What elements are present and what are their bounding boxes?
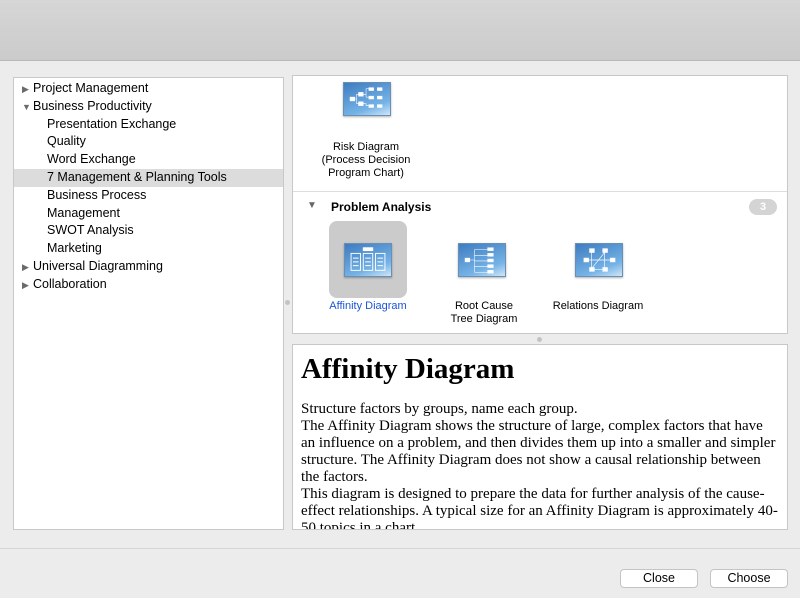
affinity-diagram-thumbnail[interactable] [344, 243, 392, 277]
tree-item[interactable]: ▶ Universal Diagramming [14, 258, 283, 276]
tree-item[interactable]: Business Process [14, 187, 283, 205]
tree-item-label: Project Management [33, 81, 149, 95]
template-gallery[interactable]: Risk Diagram (Process Decision Program C… [292, 75, 788, 334]
description-title: Affinity Diagram [301, 353, 515, 385]
choose-button[interactable]: Choose [710, 569, 788, 588]
tree-item[interactable]: Word Exchange [14, 151, 283, 169]
tree-item-label: SWOT Analysis [47, 223, 134, 238]
root-cause-tree-thumbnail[interactable] [458, 243, 506, 277]
description-line: This diagram is designed to prepare the … [301, 486, 778, 530]
disclosure-collapsed-icon[interactable]: ▶ [22, 259, 33, 277]
tree-item[interactable]: SWOT Analysis [14, 222, 283, 240]
divider [293, 191, 787, 192]
label-line: Program Chart) [328, 167, 404, 179]
tree-item[interactable]: Quality [14, 133, 283, 151]
tree-item[interactable]: ▶ Collaboration [14, 276, 283, 294]
group-collapse-toggle[interactable]: ▼ [307, 200, 317, 211]
affinity-diagram-label[interactable]: Affinity Diagram [313, 300, 423, 313]
relations-diagram-thumbnail[interactable] [575, 243, 623, 277]
tree-item-label: Quality [47, 134, 86, 149]
tree-item[interactable]: Marketing [14, 240, 283, 258]
tree-item-label: Management [47, 205, 120, 220]
risk-diagram-thumbnail[interactable] [343, 82, 391, 116]
root-cause-tree-label[interactable]: Root Cause Tree Diagram [429, 300, 539, 326]
splitter-handle[interactable] [285, 300, 290, 305]
disclosure-collapsed-icon[interactable]: ▶ [22, 81, 33, 99]
tree-item[interactable]: ▼ Business Productivity [14, 98, 283, 116]
disclosure-collapsed-icon[interactable]: ▶ [22, 277, 33, 295]
tree-item-label: Marketing [47, 241, 102, 256]
tree-item-label: Word Exchange [47, 152, 136, 167]
relations-diagram-label[interactable]: Relations Diagram [543, 300, 653, 313]
description-line: Structure factors by groups, name each g… [301, 401, 578, 417]
tree-item[interactable]: Presentation Exchange [14, 116, 283, 134]
risk-diagram-label[interactable]: Risk Diagram (Process Decision Program C… [311, 141, 421, 180]
description-panel[interactable]: Affinity Diagram Structure factors by gr… [292, 344, 788, 530]
group-count-badge: 3 [749, 199, 777, 215]
label-line: Risk Diagram [332, 141, 399, 153]
splitter-handle[interactable] [537, 337, 542, 342]
tree-item-label: 7 Management & Planning Tools [47, 169, 227, 184]
description-line: The Affinity Diagram shows the structure… [301, 418, 776, 485]
tree-item-label: Business Process [47, 187, 147, 202]
label-line: (Process Decision [321, 154, 411, 166]
category-tree[interactable]: ▶ Project Management ▼ Business Productivit… [13, 77, 284, 530]
group-title: Problem Analysis [331, 200, 432, 214]
label-line: Tree Diagram [450, 313, 518, 325]
tree-item-label: Business Productivity [33, 98, 152, 113]
divider [0, 548, 800, 549]
tree-item[interactable]: 7 Management & Planning Tools [14, 168, 283, 187]
tree-item-label: Collaboration [33, 276, 107, 291]
label-line: Root Cause [454, 300, 514, 312]
tree-item-label: Universal Diagramming [33, 258, 163, 273]
tree-item-label: Presentation Exchange [47, 116, 177, 131]
toolbar [0, 0, 800, 61]
disclosure-expanded-icon[interactable]: ▼ [22, 99, 33, 117]
tree-item[interactable]: ▶ Project Management [14, 80, 283, 98]
tree-item[interactable]: Management [14, 205, 283, 223]
close-button[interactable]: Close [620, 569, 698, 588]
